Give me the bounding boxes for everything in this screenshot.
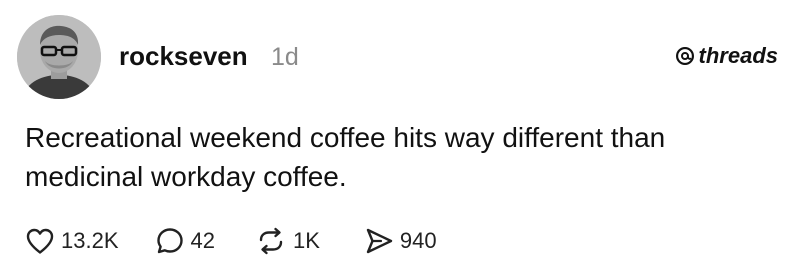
repost-count: 1K xyxy=(292,228,320,253)
share-button[interactable]: 940 xyxy=(364,226,437,256)
brand-name: threads xyxy=(698,43,778,68)
heart-icon xyxy=(25,227,55,255)
send-paper-plane-icon xyxy=(364,226,394,256)
repost-button[interactable]: 1K xyxy=(255,226,320,256)
post-actions: 13.2K 42 1K 940 xyxy=(25,224,437,258)
post-text: Recreational weekend coffee hits way dif… xyxy=(25,122,666,192)
post-timestamp: 1d xyxy=(271,43,299,71)
threads-logo-icon xyxy=(674,45,696,67)
username[interactable]: rockseven xyxy=(119,41,248,71)
like-count: 13.2K xyxy=(61,228,119,253)
share-count: 940 xyxy=(399,228,437,253)
speech-bubble-icon xyxy=(155,226,185,256)
threads-brand[interactable]: threads xyxy=(674,43,778,69)
avatar[interactable] xyxy=(17,15,101,99)
reply-count: 42 xyxy=(190,228,215,253)
like-button[interactable]: 13.2K xyxy=(25,227,119,255)
reply-button[interactable]: 42 xyxy=(155,226,215,256)
threads-post-card: rockseven 1d threads Recreational weeken… xyxy=(0,0,800,273)
repost-arrows-icon xyxy=(255,226,287,256)
